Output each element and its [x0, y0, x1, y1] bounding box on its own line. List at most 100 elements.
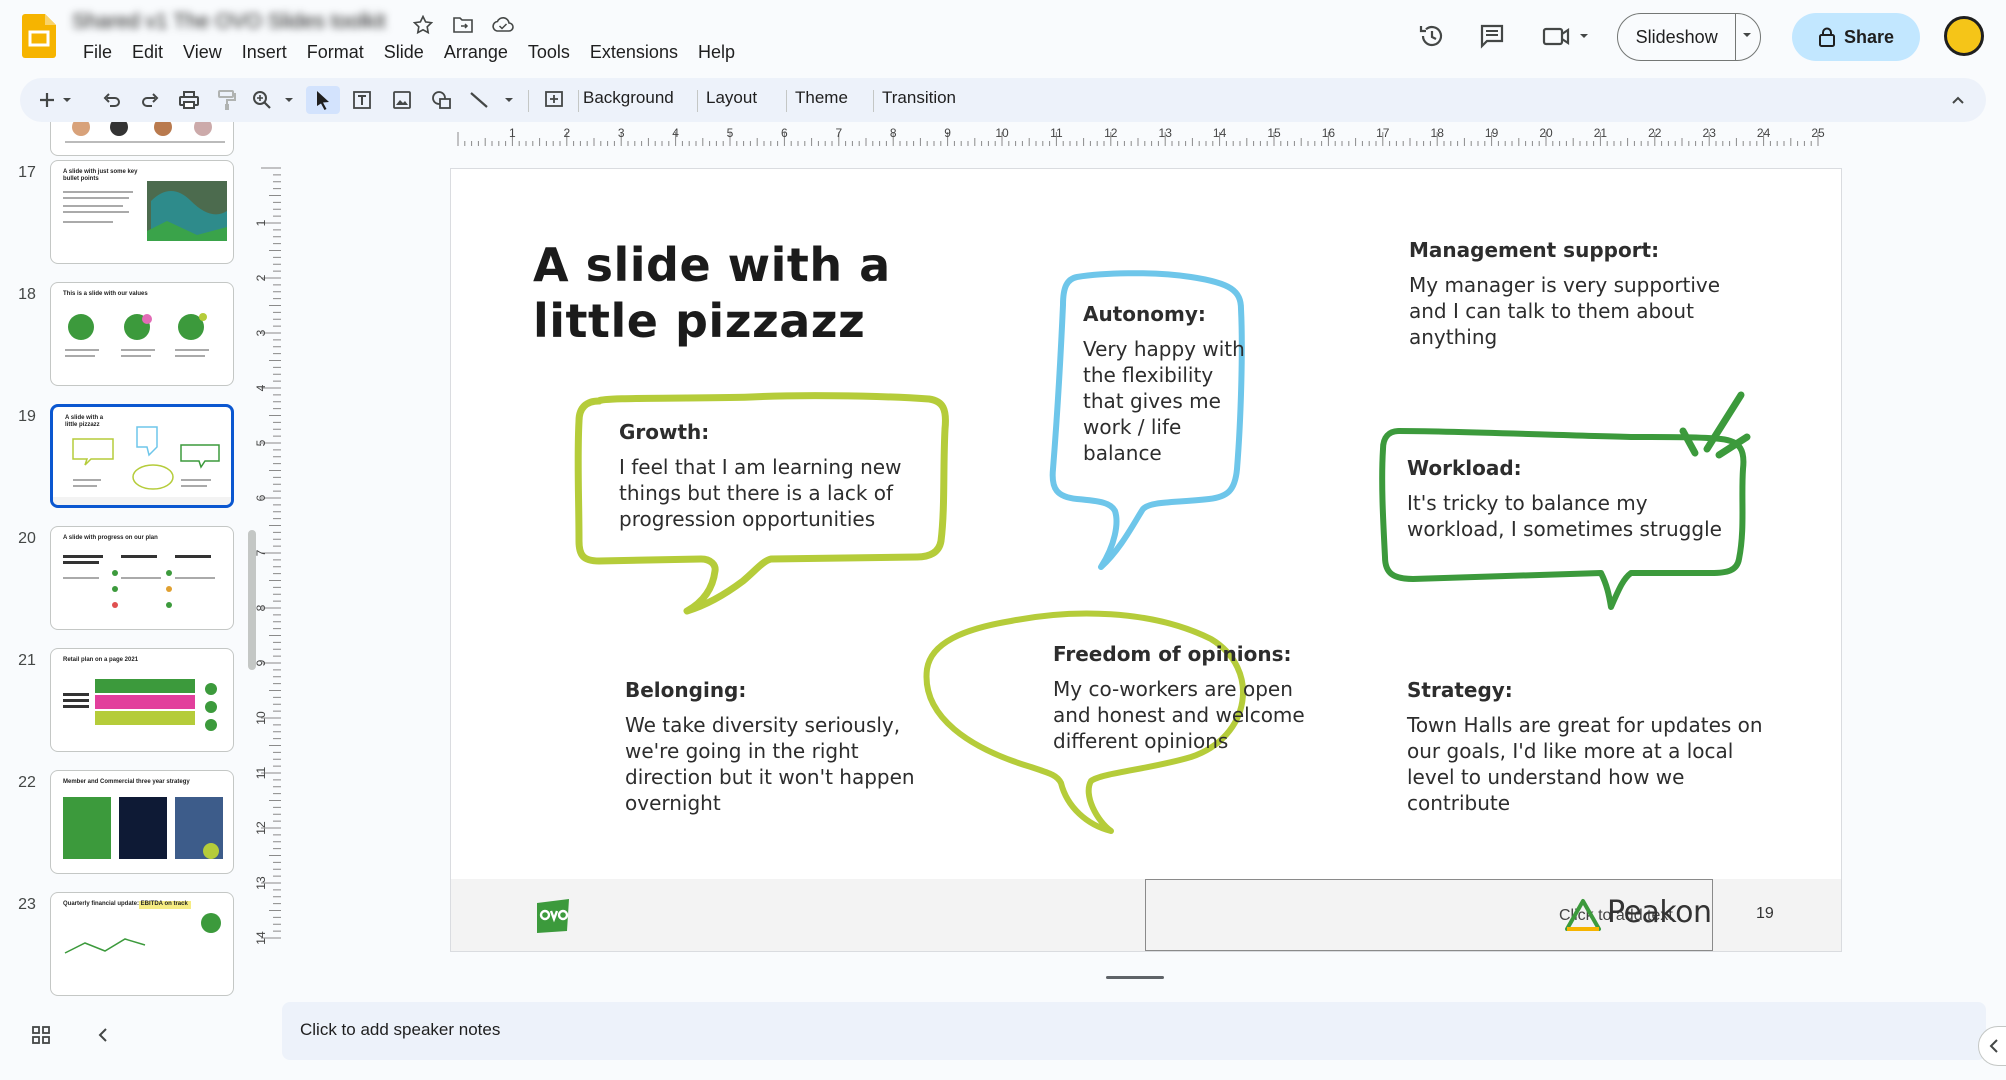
line-tool-icon[interactable]	[466, 86, 518, 114]
ovo-logo-icon	[537, 899, 569, 933]
zoom-icon[interactable]	[250, 86, 298, 114]
background-button[interactable]: Background	[583, 88, 674, 108]
ruler-label: 2	[255, 274, 268, 281]
strategy-text[interactable]: Strategy: Town Halls are great for updat…	[1407, 677, 1767, 816]
slide-thumbnail[interactable]: A slide with progress on our plan	[50, 526, 234, 630]
move-folder-icon[interactable]	[450, 12, 476, 38]
ruler-label: 5	[255, 439, 268, 446]
workload-bubble[interactable]: Workload: It's tricky to balance my work…	[1407, 455, 1747, 542]
shape-icon[interactable]	[426, 86, 458, 114]
slides-logo-icon[interactable]	[22, 14, 56, 58]
slide-thumbnail[interactable]: Member and Commercial three year strateg…	[50, 770, 234, 874]
menu-extensions[interactable]: Extensions	[581, 40, 687, 65]
menu-tools[interactable]: Tools	[519, 40, 579, 65]
menu-edit[interactable]: Edit	[123, 40, 172, 65]
vertical-ruler[interactable]: 1234567891011121314	[255, 146, 281, 976]
redo-icon[interactable]	[136, 86, 164, 114]
ruler-label: 15	[1267, 126, 1281, 140]
slide-thumbnail-title: Retail plan on a page 2021	[63, 657, 139, 663]
menu-bar: File Edit View Insert Format Slide Arran…	[74, 40, 744, 65]
thumbnail-preview	[65, 122, 225, 143]
speaker-notes-placeholder[interactable]: Click to add speaker notes	[300, 1020, 500, 1040]
menu-file[interactable]: File	[74, 40, 121, 65]
growth-bubble[interactable]: Growth: I feel that I am learning new th…	[619, 419, 919, 532]
ruler-label: 8	[255, 604, 268, 611]
slide-thumbnail-active[interactable]: A slide with a little pizzazz	[50, 404, 234, 508]
version-history-icon[interactable]	[1416, 20, 1448, 52]
ruler-label: 8	[890, 126, 897, 140]
menu-insert[interactable]: Insert	[233, 40, 296, 65]
ruler-label: 21	[1594, 126, 1608, 140]
new-slide-icon[interactable]	[36, 86, 76, 114]
ruler-label: 3	[618, 126, 625, 140]
grid-view-icon[interactable]	[30, 1024, 52, 1051]
comments-icon[interactable]	[1476, 20, 1508, 52]
slide-canvas[interactable]: A slide with a little pizzazz Growth: I …	[450, 168, 1842, 952]
ruler-label: 12	[255, 821, 268, 835]
slide-thumbnail[interactable]	[50, 122, 234, 156]
chevron-down-icon[interactable]	[1736, 24, 1760, 51]
notes-resize-handle[interactable]	[1106, 976, 1164, 979]
chevron-up-icon[interactable]	[1944, 86, 1972, 114]
menu-format[interactable]: Format	[298, 40, 373, 65]
ruler-label: 9	[944, 126, 951, 140]
toolbar-divider	[578, 90, 579, 112]
slide-thumbnail-title: Member and Commercial three year strateg…	[63, 779, 190, 785]
slide-number: 17	[18, 164, 36, 181]
avatar[interactable]	[1944, 16, 1984, 56]
ruler-label: 6	[255, 494, 268, 501]
horizontal-ruler[interactable]: 1 2 3 4 5 6 7 8 9 10 11 12 13 14 15 16 17 18 19 20 21 22 23 24 2…	[450, 126, 1842, 146]
ruler-label: 5	[727, 126, 734, 140]
thumbnail-preview	[64, 901, 221, 954]
autonomy-bubble[interactable]: Autonomy: Very happy with the flexibilit…	[1083, 301, 1259, 466]
insert-image-icon[interactable]	[386, 86, 418, 114]
print-icon[interactable]	[174, 86, 204, 114]
layout-button[interactable]: Layout	[706, 88, 757, 108]
collapse-filmstrip-icon[interactable]	[92, 1024, 114, 1051]
side-panel-toggle[interactable]	[1978, 1026, 2006, 1066]
star-icon[interactable]	[410, 12, 436, 38]
autonomy-body: Very happy with the flexibility that giv…	[1083, 337, 1245, 465]
ruler-label: 10	[995, 126, 1009, 140]
slide-filmstrip[interactable]: 17 A slide with just some key bullet poi…	[0, 122, 260, 1002]
menu-arrange[interactable]: Arrange	[435, 40, 517, 65]
text-box-icon[interactable]	[346, 86, 378, 114]
document-title[interactable]: Shared v1 The OVO Slides toolkit	[72, 10, 386, 34]
theme-button[interactable]: Theme	[795, 88, 848, 108]
slide-thumbnail[interactable]: Quarterly financial update: EBITDA on tr…	[50, 892, 234, 996]
freedom-bubble[interactable]: Freedom of opinions: My co-workers are o…	[1053, 641, 1323, 754]
management-body: My manager is very supportive and I can …	[1409, 273, 1721, 349]
undo-icon[interactable]	[98, 86, 126, 114]
slideshow-label[interactable]: Slideshow	[1618, 14, 1737, 60]
workload-body: It's tricky to balance my workload, I so…	[1407, 491, 1722, 541]
share-button[interactable]: Share	[1792, 13, 1920, 61]
ruler-label: 19	[1485, 126, 1499, 140]
insert-comment-icon[interactable]	[538, 86, 570, 114]
share-label: Share	[1843, 26, 1895, 47]
thumbnail-preview	[63, 555, 215, 608]
chevron-left-icon	[1989, 1039, 1998, 1053]
ruler-label: 14	[1213, 126, 1227, 140]
ruler-label: 11	[255, 766, 268, 779]
menu-help[interactable]: Help	[689, 40, 744, 65]
title-bar: Shared v1 The OVO Slides toolkit File Ed…	[0, 0, 2006, 72]
slideshow-button[interactable]: Slideshow	[1617, 13, 1761, 61]
meet-call-icon[interactable]	[1540, 20, 1594, 52]
slide-thumbnail[interactable]: Retail plan on a page 2021	[50, 648, 234, 752]
ruler-label: 22	[1648, 126, 1662, 140]
transition-button[interactable]: Transition	[882, 88, 956, 108]
select-tool-icon[interactable]	[306, 86, 340, 114]
speaker-notes[interactable]: Click to add speaker notes	[282, 1002, 1986, 1060]
belonging-text[interactable]: Belonging: We take diversity seriously, …	[625, 677, 915, 816]
paint-format-icon[interactable]	[212, 86, 242, 114]
menu-view[interactable]: View	[174, 40, 231, 65]
slide-thumbnail[interactable]: A slide with just some key bullet points	[50, 160, 234, 264]
menu-slide[interactable]: Slide	[375, 40, 433, 65]
workload-accent-marks	[1679, 391, 1751, 459]
toolbar: Background Layout Theme Transition	[20, 78, 1986, 122]
management-support-text[interactable]: Management support: My manager is very s…	[1409, 237, 1759, 350]
slide-number: 18	[18, 286, 36, 303]
slide-thumbnail[interactable]: This is a slide with our values	[50, 282, 234, 386]
cloud-status-icon[interactable]	[490, 12, 516, 38]
ruler-label: 23	[1703, 126, 1717, 140]
